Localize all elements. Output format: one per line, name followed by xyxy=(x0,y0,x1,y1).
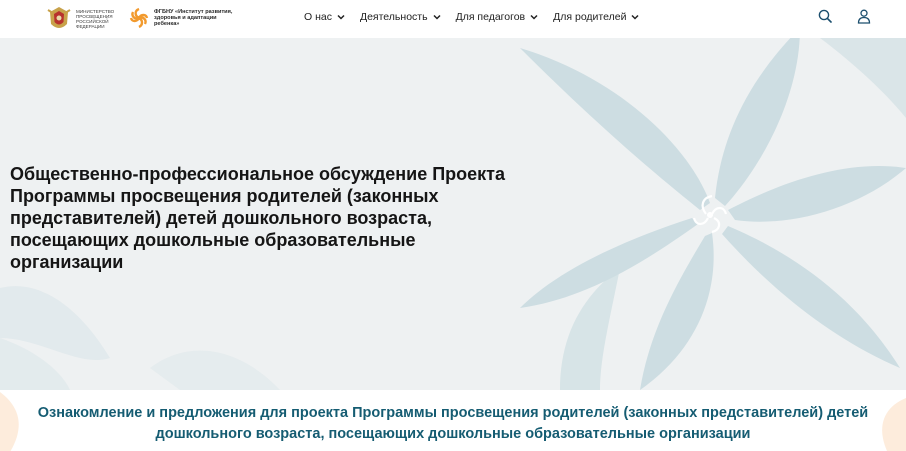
nav-item-parents[interactable]: Для родителей xyxy=(553,11,639,23)
user-icon[interactable] xyxy=(857,9,871,24)
ministry-logo[interactable]: Министерство просвещения Российской Феде… xyxy=(44,4,120,34)
consultation-section: Ознакомление и предложения для проекта П… xyxy=(0,390,906,451)
page-title: Общественно-профессиональное обсуждение … xyxy=(10,164,506,272)
chevron-down-icon xyxy=(530,14,538,20)
institute-logo[interactable]: ФГБНУ «Институт развития, здоровья и ада… xyxy=(127,6,234,30)
institute-logo-text: ФГБНУ «Институт развития, здоровья и ада… xyxy=(154,9,233,27)
nav-item-activity[interactable]: Деятельность xyxy=(360,11,441,23)
site-header: Министерство просвещения Российской Феде… xyxy=(0,0,906,38)
nav-item-label: О нас xyxy=(304,11,332,23)
nav-item-about[interactable]: О нас xyxy=(304,11,345,23)
section-heading: Ознакомление и предложения для проекта П… xyxy=(37,405,869,442)
chevron-down-icon xyxy=(631,14,639,20)
chevron-down-icon xyxy=(433,14,441,20)
nav-item-teachers[interactable]: Для педагогов xyxy=(456,11,539,23)
hero-banner: Общественно-профессиональное обсуждение … xyxy=(0,38,906,390)
nav-item-label: Деятельность xyxy=(359,11,428,23)
coat-of-arms-icon xyxy=(47,7,71,28)
nav-item-label: Для педагогов xyxy=(455,11,526,23)
nav-item-label: Для родителей xyxy=(553,11,627,23)
flower-logo-icon xyxy=(129,7,149,29)
ministry-logo-text: Министерство просвещения Российской Феде… xyxy=(76,9,115,29)
chevron-down-icon xyxy=(337,14,345,20)
search-icon[interactable] xyxy=(818,9,832,23)
main-nav: О нас Деятельность Для педагогов Для род… xyxy=(304,11,654,23)
